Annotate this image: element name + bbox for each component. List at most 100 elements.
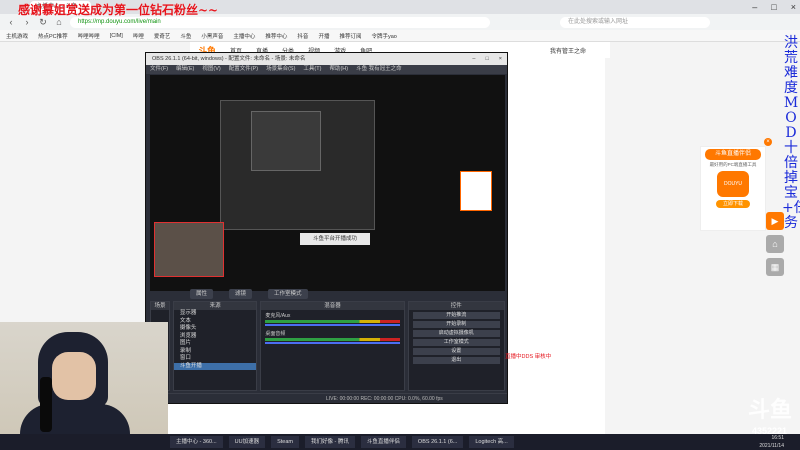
preview-webcam-source[interactable] xyxy=(154,222,224,277)
virtual-camera-button[interactable]: 启动虚拟摄像机 xyxy=(412,330,500,337)
bookmark-item[interactable]: 推荐订阅 xyxy=(339,32,361,40)
mixer-dock: 混音器 麦克风/Aux 桌面音频 xyxy=(260,301,405,391)
bookmark-item[interactable]: 主播中心 xyxy=(233,32,255,40)
bookmarks-bar: 主机游戏 热点PC推荐 哔哩哔哩 [CIM] 哔哩 爱奇艺 斗鱼 小黑声音 主播… xyxy=(0,30,800,42)
menu-item[interactable]: 场景集合(S) xyxy=(266,65,295,74)
volume-fader[interactable] xyxy=(265,324,400,326)
ad-subtitle: 最好用的PC端直播工具 xyxy=(709,162,757,167)
audio-meter xyxy=(265,338,400,341)
sources-dock: 来源 显示器 文本 摄像头 浏览器 图片 录制 窗口 斗鱼开播 xyxy=(172,301,258,391)
bookmark-item[interactable]: 开播 xyxy=(318,32,329,40)
taskbar: 主播中心 - 360... UU加速器 Steam 我们好像 - 腾讯 斗鱼直播… xyxy=(0,434,800,450)
preview-nested-capture-inner xyxy=(251,111,321,171)
back-icon[interactable]: ‹ xyxy=(6,17,16,27)
maximize-icon[interactable]: □ xyxy=(771,0,776,14)
dock-title: 场景 xyxy=(151,302,169,310)
bookmark-item[interactable]: 令牌手yao xyxy=(371,32,396,40)
status-note: 直播中DDS 审核中 xyxy=(505,354,552,360)
source-item[interactable]: 文本 xyxy=(174,318,257,326)
source-item[interactable]: 窗口 xyxy=(174,355,257,363)
obs-titlebar: OBS 26.1.1 (64-bit, windows) - 配置文件: 未命名… xyxy=(146,53,507,65)
bookmark-item[interactable]: 哔哩哔哩 xyxy=(78,32,100,40)
bookmark-item[interactable]: 推荐中心 xyxy=(265,32,287,40)
obs-window: OBS 26.1.1 (64-bit, windows) - 配置文件: 未命名… xyxy=(145,52,508,404)
source-item[interactable]: 录制 xyxy=(174,348,257,356)
url-bar[interactable]: https://mp.douyu.com/live/main xyxy=(70,16,490,28)
ad-title: 斗鱼直播伴侣 xyxy=(705,149,761,160)
bookmark-item[interactable]: [CIM] xyxy=(110,33,123,39)
source-item[interactable]: 摄像头 xyxy=(174,325,257,333)
user-name[interactable]: 我有管王之命 xyxy=(550,46,586,55)
menu-item[interactable]: 文件(F) xyxy=(150,65,168,74)
download-button[interactable]: 立即下载 xyxy=(716,200,750,208)
ad-mascot: DOUYU xyxy=(717,171,749,197)
search-input[interactable]: 在此处搜索或输入网址 xyxy=(560,16,710,28)
menu-item[interactable]: 工具(T) xyxy=(303,65,321,74)
webcam-person-face xyxy=(52,352,96,400)
forward-icon[interactable]: › xyxy=(22,17,32,27)
obs-preview[interactable]: 斗鱼平台开播成功 xyxy=(150,75,505,291)
menu-item[interactable]: 视图(V) xyxy=(202,65,220,74)
taskbar-item[interactable]: OBS 26.1.1 (6... xyxy=(411,436,464,448)
home-icon[interactable]: ⌂ xyxy=(766,235,784,253)
close-icon[interactable]: × xyxy=(764,138,772,146)
microphone-icon xyxy=(40,377,52,432)
studio-mode-button[interactable]: 工作室模式 xyxy=(412,339,500,346)
bookmark-item[interactable]: 小黑声音 xyxy=(201,32,223,40)
bookmark-item[interactable]: 斗鱼 xyxy=(180,32,191,40)
clock-date: 2021/11/14 xyxy=(759,443,784,449)
window-controls: – □ × xyxy=(752,0,796,14)
filters-button[interactable]: 滤镜 xyxy=(229,289,253,299)
mixer-track-label: 桌面音频 xyxy=(265,331,286,337)
bookmark-item[interactable]: 哔哩 xyxy=(133,32,144,40)
ad-card[interactable]: 斗鱼直播伴侣 最好用的PC端直播工具 DOUYU 立即下载 xyxy=(700,146,766,231)
source-item[interactable]: 显示器 xyxy=(174,310,257,318)
menu-item[interactable]: 配置文件(P) xyxy=(229,65,258,74)
maximize-icon[interactable]: □ xyxy=(485,53,488,65)
menu-item[interactable]: 编辑(E) xyxy=(176,65,194,74)
studio-mode-button[interactable]: 工作室模式 xyxy=(268,289,308,299)
minimize-icon[interactable]: – xyxy=(472,53,475,65)
controls-dock: 控件 开始推流 开始录制 启动虚拟摄像机 工作室模式 设置 退出 xyxy=(407,301,505,391)
taskbar-item[interactable]: Steam xyxy=(271,436,300,448)
close-icon[interactable]: × xyxy=(499,53,502,65)
clock-time: 16:51 xyxy=(771,435,784,441)
grid-icon[interactable]: ▦ xyxy=(766,258,784,276)
taskbar-item[interactable]: 我们好像 - 腾讯 xyxy=(305,436,355,448)
vertical-overlay-text: 洪荒难度MOD十倍掉宝+任务 xyxy=(782,35,800,231)
audio-meter xyxy=(265,320,400,323)
obs-menu: 文件(F) 编辑(E) 视图(V) 配置文件(P) 场景集合(S) 工具(T) … xyxy=(146,65,507,74)
taskbar-item[interactable]: UU加速器 xyxy=(228,436,266,448)
bookmark-item[interactable]: 热点PC推荐 xyxy=(38,32,68,40)
menu-item[interactable]: 斗鱼 我有冠王之命 xyxy=(356,65,402,74)
bookmark-item[interactable]: 抖音 xyxy=(297,32,308,40)
obs-window-controls: – □ × xyxy=(472,53,507,65)
menu-item[interactable]: 帮助(H) xyxy=(329,65,348,74)
taskbar-item[interactable]: Logitech 高... xyxy=(469,436,514,448)
settings-button[interactable]: 设置 xyxy=(412,348,500,355)
taskbar-clock: 16:51 2021/11/14 xyxy=(759,434,784,450)
close-window-icon[interactable]: × xyxy=(791,0,796,14)
dock-title: 控件 xyxy=(408,302,504,310)
play-icon[interactable]: ▶ xyxy=(766,212,784,230)
home-icon[interactable]: ⌂ xyxy=(54,17,64,27)
mixer-track-label: 麦克风/Aux xyxy=(265,313,291,319)
source-item[interactable]: 浏览器 xyxy=(174,333,257,341)
source-item[interactable]: 图片 xyxy=(174,340,257,348)
volume-fader[interactable] xyxy=(265,342,400,344)
preview-toast: 斗鱼平台开播成功 xyxy=(300,233,370,245)
webcam-overlay xyxy=(0,322,168,434)
minimize-icon[interactable]: – xyxy=(752,0,757,14)
exit-button[interactable]: 退出 xyxy=(412,357,500,364)
source-item-selected[interactable]: 斗鱼开播 xyxy=(173,362,257,370)
obs-studio-bar: 属性 滤镜 工作室模式 xyxy=(150,289,505,299)
bookmark-item[interactable]: 爱奇艺 xyxy=(154,32,171,40)
properties-button[interactable]: 属性 xyxy=(190,289,214,299)
refresh-icon[interactable]: ↻ xyxy=(38,17,48,28)
bookmark-item[interactable]: 主机游戏 xyxy=(6,32,28,40)
taskbar-item[interactable]: 主播中心 - 360... xyxy=(170,436,223,448)
start-recording-button[interactable]: 开始录制 xyxy=(412,321,500,328)
start-streaming-button[interactable]: 开始推流 xyxy=(412,312,500,319)
dock-title: 混音器 xyxy=(261,302,404,310)
taskbar-item[interactable]: 斗鱼直播伴侣 xyxy=(360,436,406,448)
